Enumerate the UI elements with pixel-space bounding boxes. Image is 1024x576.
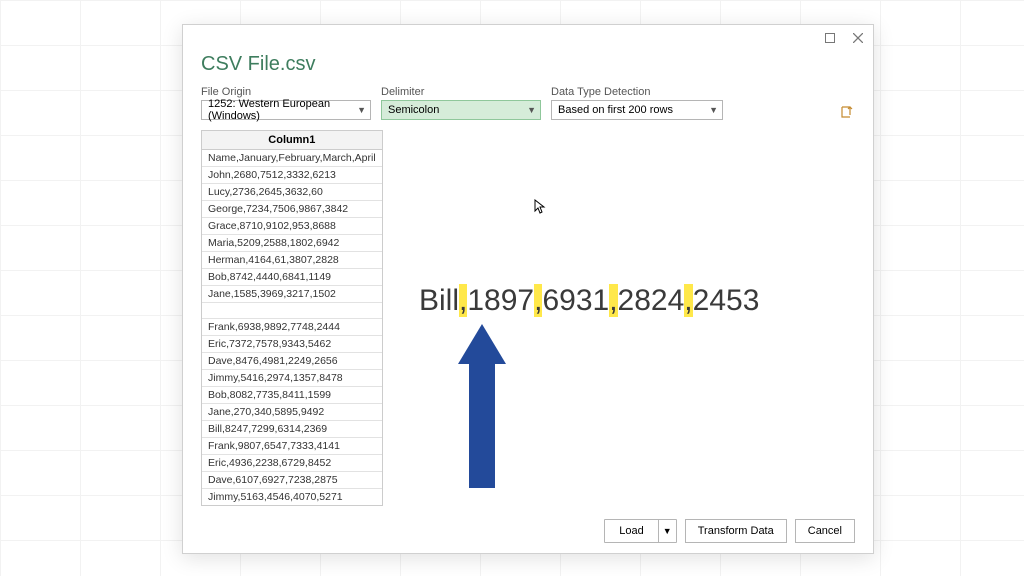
callout-text: Bill,1897,6931,2824,2453 bbox=[419, 284, 759, 318]
cancel-button[interactable]: Cancel bbox=[795, 519, 855, 543]
table-row[interactable] bbox=[202, 303, 382, 319]
table-row[interactable]: Eric,4936,2238,6729,8452 bbox=[202, 455, 382, 472]
column-header[interactable]: Column1 bbox=[202, 131, 382, 150]
delimiter-label: Delimiter bbox=[381, 86, 541, 98]
table-row[interactable]: Jimmy,5163,4546,4070,5271 bbox=[202, 489, 382, 505]
table-row[interactable]: Jane,1585,3969,3217,1502 bbox=[202, 286, 382, 303]
table-row[interactable]: Frank,6938,9892,7748,2444 bbox=[202, 319, 382, 336]
table-row[interactable]: Bob,8082,7735,8411,1599 bbox=[202, 387, 382, 404]
table-row[interactable]: Grace,8710,9102,953,8688 bbox=[202, 218, 382, 235]
highlighted-comma: , bbox=[684, 284, 692, 317]
table-row[interactable]: Jimmy,5416,2974,1357,8478 bbox=[202, 370, 382, 387]
chevron-down-icon: ▼ bbox=[709, 105, 718, 115]
detection-dropdown[interactable]: Based on first 200 rows ▼ bbox=[551, 100, 723, 120]
controls-row: File Origin 1252: Western European (Wind… bbox=[183, 84, 873, 124]
chevron-down-icon: ▼ bbox=[357, 105, 366, 115]
delimiter-dropdown[interactable]: Semicolon ▼ bbox=[381, 100, 541, 120]
table-row[interactable]: Maria,5209,2588,1802,6942 bbox=[202, 235, 382, 252]
file-origin-value: 1252: Western European (Windows) bbox=[208, 98, 357, 122]
detection-value: Based on first 200 rows bbox=[558, 104, 673, 116]
file-origin-dropdown[interactable]: 1252: Western European (Windows) ▼ bbox=[201, 100, 371, 120]
callout-segment: 6931 bbox=[542, 284, 609, 317]
callout-segment: 1897 bbox=[467, 284, 534, 317]
callout-segment: 2453 bbox=[693, 284, 760, 317]
dialog-title: CSV File.csv bbox=[183, 51, 873, 84]
table-row[interactable]: Bob,8742,4440,6841,1149 bbox=[202, 269, 382, 286]
highlighted-comma: , bbox=[609, 284, 617, 317]
table-row[interactable]: George,7234,7506,9867,3842 bbox=[202, 201, 382, 218]
preview-table: Column1 Name,January,February,March,Apri… bbox=[201, 130, 383, 506]
refresh-icon[interactable] bbox=[839, 104, 855, 120]
table-row[interactable]: Lucy,2736,2645,3632,60 bbox=[202, 184, 382, 201]
dialog-footer: Load ▼ Transform Data Cancel bbox=[183, 509, 873, 553]
load-button[interactable]: Load ▼ bbox=[604, 519, 676, 543]
chevron-down-icon: ▼ bbox=[527, 105, 536, 115]
table-row[interactable]: Frank,9807,6547,7333,4141 bbox=[202, 438, 382, 455]
preview-area: Column1 Name,January,February,March,Apri… bbox=[183, 124, 873, 509]
arrow-annotation bbox=[458, 324, 506, 488]
transform-data-button[interactable]: Transform Data bbox=[685, 519, 787, 543]
table-row[interactable]: John,2680,7512,3332,6213 bbox=[202, 167, 382, 184]
maximize-icon[interactable] bbox=[823, 31, 837, 45]
table-row[interactable]: Eric,7372,7578,9343,5462 bbox=[202, 336, 382, 353]
table-row[interactable]: Name,January,February,March,April bbox=[202, 150, 382, 167]
table-row[interactable]: Bill,8247,7299,6314,2369 bbox=[202, 421, 382, 438]
file-origin-label: File Origin bbox=[201, 86, 371, 98]
import-dialog: CSV File.csv File Origin 1252: Western E… bbox=[182, 24, 874, 554]
table-row[interactable]: Jane,270,340,5895,9492 bbox=[202, 404, 382, 421]
cursor-icon bbox=[533, 199, 549, 220]
callout-segment: 2824 bbox=[618, 284, 685, 317]
load-dropdown-arrow[interactable]: ▼ bbox=[658, 520, 676, 542]
table-row[interactable]: Dave,8476,4981,2249,2656 bbox=[202, 353, 382, 370]
table-row[interactable]: Herman,4164,61,3807,2828 bbox=[202, 252, 382, 269]
callout-segment: Bill bbox=[419, 284, 459, 317]
table-row[interactable]: Dave,6107,6927,7238,2875 bbox=[202, 472, 382, 489]
dialog-titlebar bbox=[183, 25, 873, 51]
detection-label: Data Type Detection bbox=[551, 86, 723, 98]
close-icon[interactable] bbox=[851, 31, 865, 45]
delimiter-value: Semicolon bbox=[388, 104, 439, 116]
load-button-label[interactable]: Load bbox=[605, 520, 657, 542]
